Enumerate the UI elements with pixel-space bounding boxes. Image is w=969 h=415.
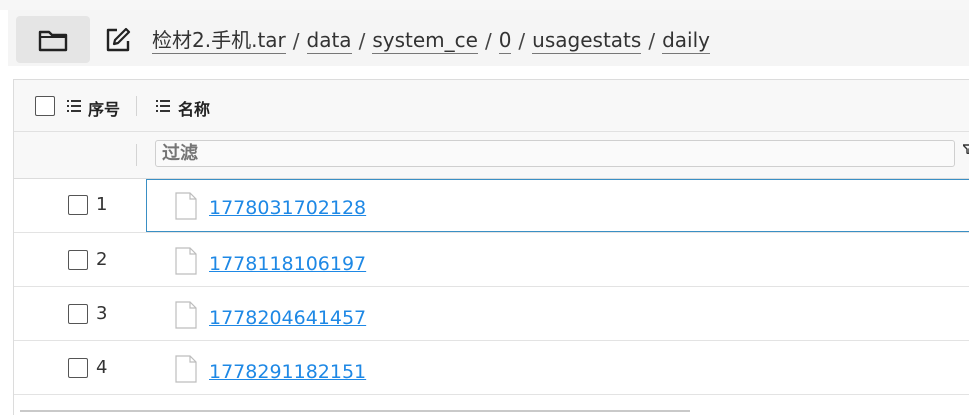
file-link[interactable]: 1778031702128	[209, 197, 366, 219]
breadcrumb-item-system-ce[interactable]: system_ce	[372, 28, 478, 54]
column-header-name[interactable]: 名称	[178, 96, 210, 120]
column-menu-icon[interactable]	[67, 100, 81, 112]
file-link[interactable]: 1778118106197	[209, 253, 366, 275]
breadcrumb-item-daily[interactable]: daily	[662, 28, 710, 54]
row-checkbox[interactable]	[68, 195, 88, 215]
row-index: 3	[96, 303, 108, 324]
select-all-checkbox[interactable]	[35, 96, 55, 116]
row-checkbox[interactable]	[68, 304, 88, 324]
column-header-index[interactable]: 序号	[88, 96, 120, 120]
breadcrumb-item-usagestats[interactable]: usagestats	[532, 28, 642, 54]
filter-row	[14, 132, 969, 179]
table-row[interactable]: 1 1778031702128	[14, 179, 969, 233]
column-divider	[136, 144, 137, 166]
file-icon	[175, 301, 197, 329]
file-icon	[175, 192, 197, 220]
table-row[interactable]: 4 1778291182151	[14, 341, 969, 395]
folder-icon	[38, 30, 68, 51]
file-icon	[175, 247, 197, 275]
row-index: 2	[96, 249, 108, 270]
breadcrumb: 检材2.手机.tar / data / system_ce / 0 / usag…	[152, 26, 710, 56]
filter-icon[interactable]	[963, 144, 969, 154]
row-checkbox[interactable]	[68, 358, 88, 378]
window-top-strip	[0, 0, 969, 10]
row-index: 4	[96, 357, 108, 378]
breadcrumb-item-0[interactable]: 0	[498, 28, 512, 54]
column-divider[interactable]	[136, 96, 137, 116]
file-link[interactable]: 1778291182151	[209, 361, 366, 383]
edit-path-button[interactable]	[104, 26, 132, 54]
breadcrumb-separator: /	[484, 29, 492, 53]
breadcrumb-item-data[interactable]: data	[306, 28, 352, 54]
breadcrumb-item-archive[interactable]: 检材2.手机.tar	[152, 28, 286, 54]
table-header: 序号 名称	[14, 80, 969, 132]
file-table: 序号 名称 1 1778031702128 2 177	[13, 79, 969, 415]
horizontal-scrollbar[interactable]	[20, 410, 690, 412]
file-link[interactable]: 1778204641457	[209, 307, 366, 329]
row-checkbox[interactable]	[68, 250, 88, 270]
name-filter-input[interactable]	[155, 140, 955, 167]
table-row[interactable]: 3 1778204641457	[14, 287, 969, 341]
row-index: 1	[96, 194, 108, 215]
breadcrumb-separator: /	[292, 29, 300, 53]
breadcrumb-separator: /	[648, 29, 656, 53]
table-row[interactable]: 2 1778118106197	[14, 233, 969, 287]
toolbar: 检材2.手机.tar / data / system_ce / 0 / usag…	[8, 10, 969, 66]
breadcrumb-separator: /	[358, 29, 366, 53]
breadcrumb-separator: /	[518, 29, 526, 53]
edit-icon	[106, 27, 131, 52]
column-menu-icon[interactable]	[156, 100, 170, 112]
open-folder-button[interactable]	[16, 16, 90, 63]
file-icon	[175, 355, 197, 383]
